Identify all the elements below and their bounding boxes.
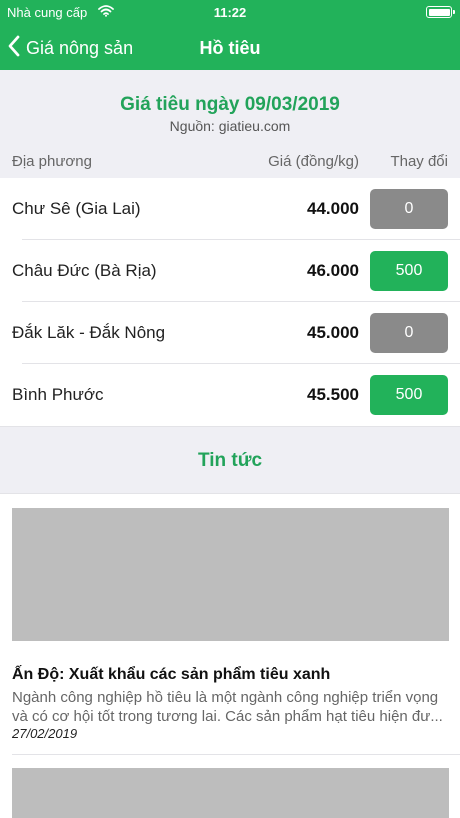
- column-header-change: Thay đổi: [390, 153, 448, 170]
- back-button-label: Giá nông sản: [26, 37, 134, 58]
- price-row: Châu Đức (Bà Rịa) 46.000 500: [0, 240, 460, 302]
- row-location: Đắk Lăk - Đắk Nông: [12, 323, 166, 342]
- news-date: 27/02/2019: [12, 726, 78, 741]
- row-price: 44.000: [307, 199, 359, 218]
- back-button[interactable]: Giá nông sản: [8, 26, 133, 70]
- news-summary: Ngành công nghiệp hồ tiêu là một ngành c…: [12, 688, 449, 726]
- change-badge: 0: [370, 189, 448, 229]
- row-price: 45.000: [307, 323, 359, 342]
- battery-icon: [426, 6, 455, 18]
- news-section-header: Tin tức: [0, 426, 460, 494]
- price-row: Bình Phước 45.500 500: [0, 364, 460, 426]
- price-date-title: Giá tiêu ngày 09/03/2019: [120, 94, 340, 115]
- status-time: 11:22: [213, 5, 247, 20]
- status-bar: Nhà cung cấp 11:22: [0, 0, 460, 26]
- news-heading: Tin tức: [197, 450, 263, 471]
- row-location: Bình Phước: [12, 385, 104, 404]
- news-title-link[interactable]: Ấn Độ: Xuất khẩu các sản phẩm tiêu xanh: [12, 666, 330, 684]
- price-source: Nguồn: giatieu.com: [169, 118, 291, 134]
- change-badge: 0: [370, 313, 448, 353]
- news-summary-line: và có cơ hội tốt trong tương lai. Các sả…: [12, 708, 443, 725]
- price-row: Chư Sê (Gia Lai) 44.000 0: [0, 178, 460, 240]
- row-price: 46.000: [307, 261, 359, 280]
- row-location: Chư Sê (Gia Lai): [12, 199, 141, 218]
- row-location: Châu Đức (Bà Rịa): [12, 261, 157, 280]
- news-summary-line: Ngành công nghiệp hồ tiêu là một ngành c…: [12, 689, 439, 706]
- chevron-left-icon: [8, 35, 20, 62]
- news-thumbnail[interactable]: [12, 768, 449, 818]
- change-badge: 500: [370, 251, 448, 291]
- price-row: Đắk Lăk - Đắk Nông 45.000 0: [0, 302, 460, 364]
- column-header-price: Giá (đồng/kg): [268, 153, 359, 170]
- change-badge: 500: [370, 375, 448, 415]
- news-thumbnail[interactable]: [12, 508, 449, 641]
- news-divider: [12, 754, 460, 755]
- navigation-bar: Giá nông sản Hồ tiêu: [0, 26, 460, 70]
- column-header-location: Địa phương: [12, 153, 92, 170]
- row-price: 45.500: [307, 385, 359, 404]
